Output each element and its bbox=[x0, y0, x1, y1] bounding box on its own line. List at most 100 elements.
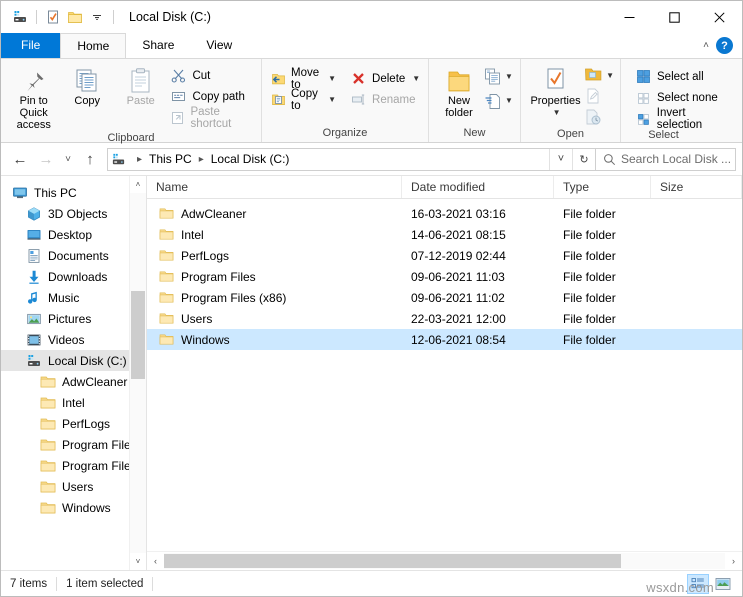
copy-path-button[interactable]: Copy path bbox=[167, 87, 255, 106]
breadcrumb-separator-1[interactable]: ▸ bbox=[197, 154, 206, 165]
delete-caret-icon[interactable]: ▼ bbox=[412, 74, 420, 83]
select-all-button[interactable]: Select all bbox=[632, 67, 736, 86]
column-header-date-modified[interactable]: Date modified bbox=[402, 176, 554, 198]
tree-item-videos[interactable]: Videos bbox=[1, 329, 146, 350]
tree-item-3d-objects[interactable]: 3D Objects bbox=[1, 203, 146, 224]
open-caret-icon[interactable]: ▼ bbox=[606, 71, 614, 80]
easy-access-button[interactable]: ▼ bbox=[483, 89, 513, 112]
table-row[interactable]: Windows 12-06-2021 08:54 File folder bbox=[147, 329, 742, 350]
tree-item-users[interactable]: Users bbox=[1, 476, 146, 497]
breadcrumb-bar[interactable]: ▸ This PC ▸ Local Disk (C:) ˅ ↻ bbox=[107, 147, 596, 171]
help-icon[interactable]: ? bbox=[716, 37, 733, 54]
history-button[interactable] bbox=[584, 107, 614, 127]
scrollbar-thumb[interactable] bbox=[131, 291, 145, 379]
open-button[interactable]: ▼ bbox=[584, 65, 614, 85]
refresh-button[interactable]: ↻ bbox=[572, 148, 595, 170]
large-icons-view-button[interactable] bbox=[712, 574, 734, 594]
new-item-caret-icon[interactable]: ▼ bbox=[505, 72, 513, 81]
tree-item-program-files[interactable]: Program Files bbox=[1, 434, 146, 455]
address-dropdown-button[interactable]: ˅ bbox=[549, 148, 572, 170]
scroll-down-button[interactable]: ˅ bbox=[130, 553, 146, 570]
recent-locations-button[interactable]: ˅ bbox=[59, 147, 77, 171]
up-button[interactable]: ↑ bbox=[77, 147, 103, 171]
table-row[interactable]: Program Files 09-06-2021 11:03 File fold… bbox=[147, 266, 742, 287]
new-folder-button[interactable]: New folder bbox=[435, 63, 483, 119]
new-folder-icon[interactable] bbox=[64, 6, 86, 28]
tree-label: Pictures bbox=[48, 311, 92, 326]
folder-icon bbox=[159, 333, 174, 346]
details-view-button[interactable] bbox=[687, 573, 709, 594]
collapse-ribbon-icon[interactable]: ˄ bbox=[703, 40, 709, 51]
tree-item-documents[interactable]: Documents bbox=[1, 245, 146, 266]
column-header-name[interactable]: Name bbox=[147, 176, 402, 198]
select-none-button[interactable]: Select none bbox=[632, 88, 736, 107]
group-label-organize: Organize bbox=[322, 127, 368, 139]
tree-item-adwcleaner[interactable]: AdwCleaner bbox=[1, 371, 146, 392]
move-to-button[interactable]: Move to ▼ bbox=[268, 67, 339, 91]
copy-to-button[interactable]: Copy to ▼ bbox=[268, 88, 339, 112]
properties-button[interactable]: Properties ▼ bbox=[527, 63, 584, 119]
tree-item-local-disk-c[interactable]: Local Disk (C:) bbox=[1, 350, 146, 371]
table-row[interactable]: Program Files (x86) 09-06-2021 11:02 Fil… bbox=[147, 287, 742, 308]
scroll-right-button[interactable]: › bbox=[725, 552, 742, 570]
paste-shortcut-button[interactable]: Paste shortcut bbox=[167, 106, 255, 130]
scroll-left-button[interactable]: ‹ bbox=[147, 552, 164, 570]
tree-item-desktop[interactable]: Desktop bbox=[1, 224, 146, 245]
breadcrumb-separator-0[interactable]: ▸ bbox=[135, 154, 144, 165]
item-count: 7 items bbox=[10, 577, 48, 590]
select-none-icon bbox=[635, 89, 652, 106]
minimize-button[interactable] bbox=[607, 1, 652, 33]
navigation-pane-scrollbar[interactable]: ˄ ˅ bbox=[129, 176, 146, 570]
search-box[interactable]: Search Local Disk ... bbox=[596, 147, 736, 171]
properties-caret-icon[interactable]: ▼ bbox=[553, 107, 561, 119]
cut-button[interactable]: Cut bbox=[167, 66, 255, 85]
tree-item-perflogs[interactable]: PerfLogs bbox=[1, 413, 146, 434]
move-to-caret-icon[interactable]: ▼ bbox=[328, 74, 336, 83]
row-type-cell: File folder bbox=[563, 332, 616, 347]
new-item-button[interactable]: ▼ bbox=[483, 65, 513, 88]
tree-item-pictures[interactable]: Pictures bbox=[1, 308, 146, 329]
pin-to-quick-access-button[interactable]: Pin to Quick access bbox=[7, 63, 60, 131]
paste-button[interactable]: Paste bbox=[114, 63, 167, 107]
tab-home[interactable]: Home bbox=[60, 33, 127, 58]
tree-item-program-files-x86[interactable]: Program Files ( bbox=[1, 455, 146, 476]
properties-icon[interactable] bbox=[42, 6, 64, 28]
easy-access-caret-icon[interactable]: ▼ bbox=[505, 96, 513, 105]
maximize-button[interactable] bbox=[652, 1, 697, 33]
scroll-up-button[interactable]: ˄ bbox=[130, 176, 146, 193]
tree-item-downloads[interactable]: Downloads bbox=[1, 266, 146, 287]
close-button[interactable] bbox=[697, 1, 742, 33]
chevron-down-icon[interactable] bbox=[86, 6, 108, 28]
row-date-cell: 09-06-2021 11:02 bbox=[411, 290, 505, 305]
breadcrumb-this-pc[interactable]: This PC bbox=[146, 151, 195, 167]
hscroll-track[interactable] bbox=[164, 553, 725, 569]
horizontal-scrollbar[interactable]: ‹ › bbox=[147, 551, 742, 570]
tab-share[interactable]: Share bbox=[126, 33, 190, 58]
tree-item-this-pc[interactable]: This PC bbox=[1, 182, 146, 203]
column-header-type[interactable]: Type bbox=[554, 176, 651, 198]
table-row[interactable]: AdwCleaner 16-03-2021 03:16 File folder bbox=[147, 203, 742, 224]
tab-view[interactable]: View bbox=[190, 33, 248, 58]
delete-button[interactable]: Delete ▼ bbox=[347, 69, 423, 88]
tree-item-intel[interactable]: Intel bbox=[1, 392, 146, 413]
tree-item-windows[interactable]: Windows bbox=[1, 497, 146, 518]
column-headers: Name Date modified Type Size bbox=[147, 176, 742, 199]
table-row[interactable]: Users 22-03-2021 12:00 File folder bbox=[147, 308, 742, 329]
copy-button[interactable]: Copy bbox=[60, 63, 113, 107]
tab-file[interactable]: File bbox=[1, 33, 61, 58]
forward-button[interactable]: → bbox=[33, 147, 59, 171]
table-row[interactable]: Intel 14-06-2021 08:15 File folder bbox=[147, 224, 742, 245]
copy-to-caret-icon[interactable]: ▼ bbox=[328, 95, 336, 104]
table-row[interactable]: PerfLogs 07-12-2019 02:44 File folder bbox=[147, 245, 742, 266]
column-header-size[interactable]: Size bbox=[651, 176, 742, 198]
breadcrumb-local-disk[interactable]: Local Disk (C:) bbox=[208, 151, 293, 167]
rename-button[interactable]: Rename bbox=[347, 90, 423, 109]
tree-item-music[interactable]: Music bbox=[1, 287, 146, 308]
back-button[interactable]: ← bbox=[7, 147, 33, 171]
hscroll-thumb[interactable] bbox=[164, 554, 621, 568]
row-name-text: Program Files (x86) bbox=[181, 290, 287, 305]
invert-selection-button[interactable]: Invert selection bbox=[632, 107, 736, 131]
scrollbar-track[interactable] bbox=[130, 193, 146, 553]
edit-button[interactable] bbox=[584, 86, 614, 106]
drive-icon[interactable] bbox=[9, 6, 31, 28]
